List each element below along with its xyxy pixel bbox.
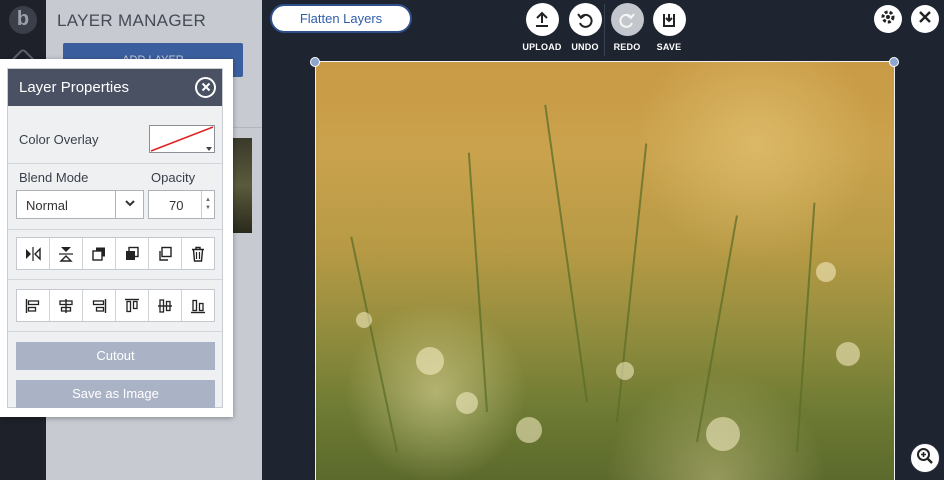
align-top-icon[interactable] xyxy=(116,290,149,321)
undo-icon[interactable] xyxy=(568,3,602,36)
layer-properties-body: Layer Properties Color Overlay Blend Mod… xyxy=(7,68,223,408)
select-divider xyxy=(115,191,116,218)
align-center-vertical-icon[interactable] xyxy=(149,290,182,321)
gear-icon xyxy=(879,8,897,31)
resize-handle-top-right[interactable] xyxy=(889,57,899,67)
app-logo: b xyxy=(9,6,37,34)
bring-to-front-icon[interactable] xyxy=(116,238,149,269)
opacity-value: 70 xyxy=(169,198,184,213)
redo-tool[interactable]: REDO xyxy=(607,3,647,52)
blend-mode-value: Normal xyxy=(26,198,68,213)
selection-border xyxy=(315,61,895,480)
opacity-stepper[interactable]: 70 ▲ ▼ xyxy=(148,190,215,219)
trash-icon[interactable] xyxy=(182,238,214,269)
close-icon xyxy=(201,79,211,97)
divider xyxy=(8,331,222,332)
undo-tool[interactable]: UNDO xyxy=(565,3,605,52)
align-toolbar xyxy=(16,289,215,322)
dialog-close-button[interactable] xyxy=(195,77,216,98)
divider xyxy=(8,229,222,230)
align-left-icon[interactable] xyxy=(17,290,50,321)
layer-thumbnail[interactable] xyxy=(232,138,252,233)
bring-forward-icon[interactable] xyxy=(83,238,116,269)
color-overlay-picker[interactable] xyxy=(149,125,215,153)
stepper-arrows-icon[interactable]: ▲ ▼ xyxy=(201,191,214,218)
chevron-down-icon xyxy=(124,197,136,212)
blend-mode-label: Blend Mode xyxy=(19,170,89,185)
divider xyxy=(8,279,222,280)
dialog-title: Layer Properties xyxy=(19,79,130,96)
layer-manager-title: LAYER MANAGER xyxy=(57,11,207,30)
layer-properties-dialog: Layer Properties Color Overlay Blend Mod… xyxy=(0,59,233,417)
save-icon[interactable] xyxy=(652,3,686,36)
upload-tool[interactable]: UPLOAD xyxy=(522,3,562,52)
chevron-down-icon xyxy=(206,147,212,151)
duplicate-icon[interactable] xyxy=(149,238,182,269)
upload-label: UPLOAD xyxy=(522,42,562,52)
blend-mode-select[interactable]: Normal xyxy=(16,190,144,219)
save-label: SAVE xyxy=(656,42,682,52)
toolbar-divider xyxy=(604,4,605,56)
resize-handle-top-left[interactable] xyxy=(310,57,320,67)
align-center-horizontal-icon[interactable] xyxy=(50,290,83,321)
color-overlay-label: Color Overlay xyxy=(19,132,99,147)
dialog-header: Layer Properties xyxy=(8,69,222,106)
zoom-in-icon xyxy=(916,447,934,470)
redo-icon[interactable] xyxy=(610,3,644,36)
transform-toolbar xyxy=(16,237,215,270)
close-icon xyxy=(918,10,932,29)
redo-label: REDO xyxy=(613,42,641,52)
opacity-label: Opacity xyxy=(151,170,196,185)
align-right-icon[interactable] xyxy=(83,290,116,321)
upload-icon[interactable] xyxy=(525,3,559,36)
undo-label: UNDO xyxy=(571,42,599,52)
save-as-image-button[interactable]: Save as Image xyxy=(16,380,215,408)
zoom-button[interactable] xyxy=(910,443,940,473)
flip-horizontal-icon[interactable] xyxy=(17,238,50,269)
align-bottom-icon[interactable] xyxy=(182,290,214,321)
flatten-layers-button[interactable]: Flatten Layers xyxy=(270,4,412,33)
settings-button[interactable] xyxy=(874,5,902,33)
flip-vertical-icon[interactable] xyxy=(50,238,83,269)
cutout-button[interactable]: Cutout xyxy=(16,342,215,370)
close-editor-button[interactable] xyxy=(911,5,939,33)
save-tool[interactable]: SAVE xyxy=(649,3,689,52)
divider xyxy=(8,163,222,164)
